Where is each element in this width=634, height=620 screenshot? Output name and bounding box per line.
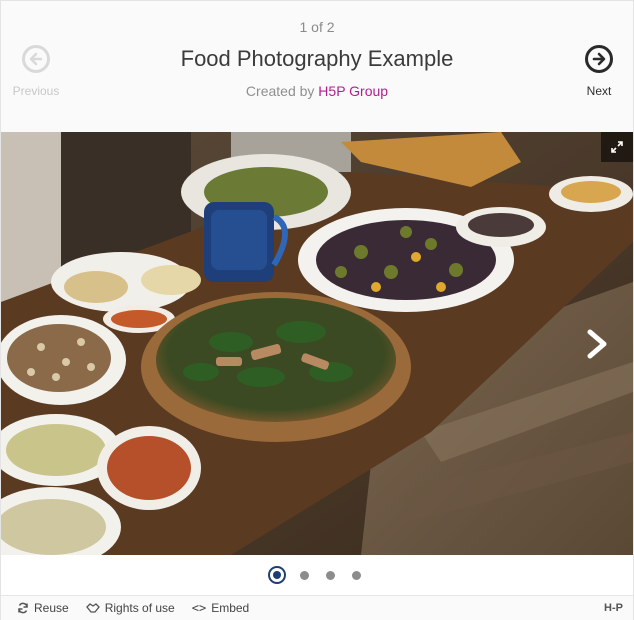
h5p-logo[interactable]: H-P bbox=[604, 602, 623, 614]
page-title: Food Photography Example bbox=[180, 46, 454, 71]
reuse-icon bbox=[18, 602, 28, 614]
expand-icon bbox=[611, 141, 623, 153]
code-icon: <> bbox=[191, 601, 207, 615]
handshake-icon bbox=[85, 603, 100, 613]
previous-label: Previous bbox=[12, 84, 60, 98]
fullscreen-button[interactable] bbox=[601, 132, 633, 162]
embed-button[interactable]: <> Embed bbox=[192, 601, 249, 615]
rights-label: Rights of use bbox=[104, 601, 175, 615]
slide-pagination bbox=[1, 555, 633, 595]
image-slider-widget: 1 of 2 Food Photography Example Created … bbox=[0, 0, 634, 620]
pagination-dot[interactable] bbox=[300, 570, 309, 580]
pagination-dot-active[interactable] bbox=[273, 571, 281, 579]
author-link[interactable]: H5P Group bbox=[318, 83, 388, 99]
embed-label: Embed bbox=[211, 601, 250, 615]
arrow-left-circle-icon bbox=[22, 45, 50, 73]
food-table-illustration bbox=[1, 132, 633, 555]
pagination-dot[interactable] bbox=[352, 570, 361, 580]
pagination-dot[interactable] bbox=[326, 570, 335, 580]
slider-header: 1 of 2 Food Photography Example Created … bbox=[1, 1, 633, 132]
byline-prefix: Created by bbox=[245, 83, 319, 99]
footer-bar: Reuse Rights of use <> Embed H-P bbox=[1, 595, 633, 620]
rights-of-use-button[interactable]: Rights of use bbox=[85, 601, 175, 615]
slide-image bbox=[1, 132, 633, 555]
chevron-right-icon bbox=[587, 329, 607, 359]
byline: Created by H5P Group bbox=[1, 83, 633, 99]
next-label: Next bbox=[586, 84, 612, 98]
reuse-label: Reuse bbox=[34, 601, 69, 615]
previous-button[interactable]: Previous bbox=[1, 45, 71, 98]
arrow-right-circle-icon bbox=[585, 45, 613, 73]
slide-counter: 1 of 2 bbox=[299, 19, 335, 35]
reuse-button[interactable]: Reuse bbox=[17, 601, 69, 615]
next-button[interactable]: Next bbox=[564, 45, 634, 98]
slide-next-arrow[interactable] bbox=[585, 329, 609, 359]
